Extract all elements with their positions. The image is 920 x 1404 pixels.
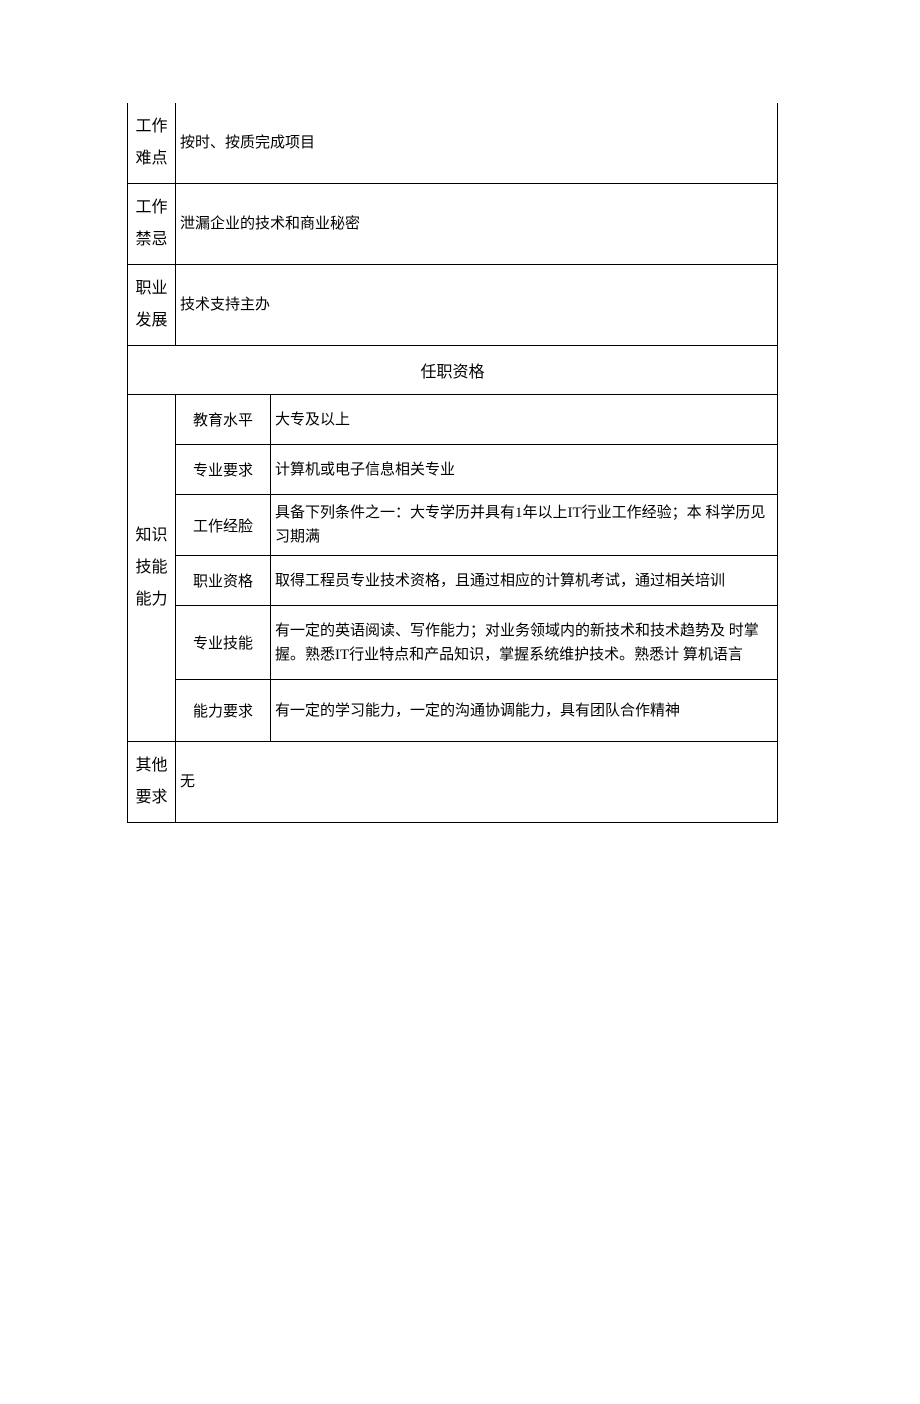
- label-taboo: 工作禁忌: [128, 184, 176, 265]
- knowledge-item-name-3: 职业资格: [176, 556, 271, 606]
- row-knowledge-2: 工作经脸 具备下列条件之一：大专学历并具有1年以上IT行业工作经验；本 科学历见…: [128, 495, 778, 556]
- value-difficulty: 按时、按质完成项目: [176, 103, 778, 184]
- knowledge-item-name-5: 能力要求: [176, 680, 271, 742]
- value-taboo: 泄漏企业的技术和商业秘密: [176, 184, 778, 265]
- knowledge-item-value-3: 取得工程员专业技术资格，且通过相应的计算机考试，通过相关培训: [271, 556, 778, 606]
- row-knowledge-1: 专业要求 计算机或电子信息相关专业: [128, 445, 778, 495]
- label-difficulty: 工作难点: [128, 103, 176, 184]
- knowledge-item-name-0: 教育水平: [176, 395, 271, 445]
- row-other: 其他要求 无: [128, 742, 778, 823]
- row-taboo: 工作禁忌 泄漏企业的技术和商业秘密: [128, 184, 778, 265]
- value-other: 无: [176, 742, 778, 823]
- row-difficulty: 工作难点 按时、按质完成项目: [128, 103, 778, 184]
- document-table-container: 工作难点 按时、按质完成项目 工作禁忌 泄漏企业的技术和商业秘密 职业发展 技术…: [127, 103, 778, 823]
- row-knowledge-4: 专业技能 有一定的英语阅读、写作能力；对业务领域内的新技术和技术趋势及 时掌握。…: [128, 606, 778, 680]
- knowledge-item-value-4: 有一定的英语阅读、写作能力；对业务领域内的新技术和技术趋势及 时掌握。熟悉IT行…: [271, 606, 778, 680]
- label-career: 职业发展: [128, 265, 176, 346]
- row-knowledge-5: 能力要求 有一定的学习能力，一定的沟通协调能力，具有团队合作精神: [128, 680, 778, 742]
- knowledge-item-name-4: 专业技能: [176, 606, 271, 680]
- knowledge-item-value-1: 计算机或电子信息相关专业: [271, 445, 778, 495]
- row-knowledge-3: 职业资格 取得工程员专业技术资格，且通过相应的计算机考试，通过相关培训: [128, 556, 778, 606]
- value-career: 技术支持主办: [176, 265, 778, 346]
- section-title: 任职资格: [128, 346, 778, 395]
- label-knowledge: 知识技能能力: [128, 395, 176, 742]
- row-career: 职业发展 技术支持主办: [128, 265, 778, 346]
- knowledge-item-name-2: 工作经脸: [176, 495, 271, 556]
- qualification-table: 工作难点 按时、按质完成项目 工作禁忌 泄漏企业的技术和商业秘密 职业发展 技术…: [127, 103, 778, 823]
- knowledge-item-value-0: 大专及以上: [271, 395, 778, 445]
- label-other: 其他要求: [128, 742, 176, 823]
- knowledge-item-value-5: 有一定的学习能力，一定的沟通协调能力，具有团队合作精神: [271, 680, 778, 742]
- row-section-header: 任职资格: [128, 346, 778, 395]
- row-knowledge-0: 知识技能能力 教育水平 大专及以上: [128, 395, 778, 445]
- knowledge-item-value-2: 具备下列条件之一：大专学历并具有1年以上IT行业工作经验；本 科学历见习期满: [271, 495, 778, 556]
- knowledge-item-name-1: 专业要求: [176, 445, 271, 495]
